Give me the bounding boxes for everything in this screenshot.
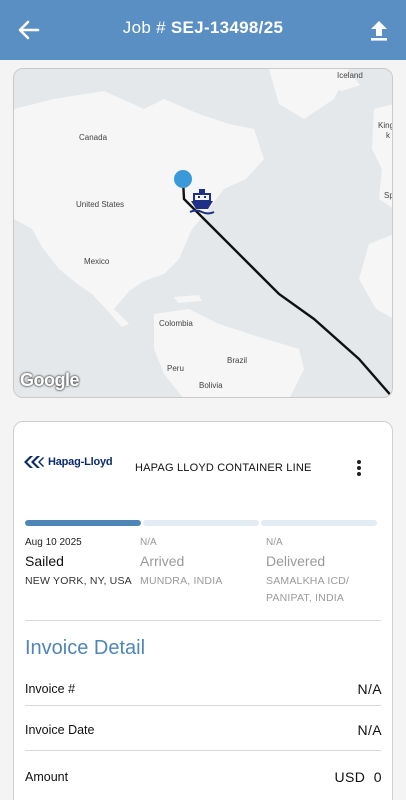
stage-sailed: Aug 10 2025 Sailed NEW YORK, NY, USA bbox=[25, 537, 143, 590]
invoice-value: N/A bbox=[357, 722, 382, 738]
divider bbox=[25, 750, 381, 751]
invoice-label: Invoice Date bbox=[25, 723, 95, 737]
invoice-label: Amount bbox=[25, 770, 69, 784]
invoice-row-number: Invoice # N/A bbox=[25, 678, 382, 702]
upload-icon[interactable] bbox=[366, 16, 392, 44]
app-bar: Job # SEJ-13498/25 bbox=[0, 0, 406, 60]
stage-status: Arrived bbox=[140, 553, 185, 569]
stage-date: N/A bbox=[140, 537, 157, 548]
stage-arrived: N/A Arrived MUNDRA, INDIA bbox=[140, 537, 258, 590]
stage-delivered: N/A Delivered SAMALKHA ICD/ PANIPAT, IND… bbox=[266, 537, 371, 607]
map-canvas bbox=[14, 69, 392, 397]
carrier-logo-text: Hapag-Lloyd bbox=[48, 456, 113, 468]
progress-segment bbox=[261, 520, 377, 526]
shipment-card: Hapag-Lloyd HAPAG LLOYD CONTAINER LINE A… bbox=[13, 421, 393, 800]
stage-status: Sailed bbox=[25, 553, 64, 569]
divider bbox=[25, 620, 381, 621]
map-label-spain: Sp bbox=[384, 191, 393, 200]
invoice-row-date: Invoice Date N/A bbox=[25, 719, 382, 743]
map-label-colombia: Colombia bbox=[159, 319, 193, 328]
carrier-name: HAPAG LLOYD CONTAINER LINE bbox=[135, 462, 312, 474]
progress-segment bbox=[143, 520, 259, 526]
invoice-row-amount: Amount USD 0 bbox=[25, 766, 382, 790]
title-prefix: Job # bbox=[122, 18, 166, 37]
carrier-logo: Hapag-Lloyd bbox=[24, 456, 113, 468]
google-attribution-logo: Google bbox=[20, 370, 80, 390]
map-label-kingdom2: k bbox=[386, 131, 390, 140]
shipment-progress-bar bbox=[25, 520, 377, 526]
stage-location: SAMALKHA ICD/ PANIPAT, INDIA bbox=[266, 575, 350, 604]
invoice-section-title: Invoice Detail bbox=[25, 637, 146, 659]
map-label-iceland: Iceland bbox=[337, 71, 363, 80]
stage-location: NEW YORK, NY, USA bbox=[25, 575, 132, 587]
invoice-value: N/A bbox=[357, 681, 382, 697]
stage-date: N/A bbox=[266, 537, 283, 548]
job-number: SEJ-13498/25 bbox=[170, 18, 284, 37]
map-label-kingdom: King bbox=[378, 121, 393, 130]
map-label-brazil: Brazil bbox=[227, 356, 248, 365]
progress-fill bbox=[25, 520, 141, 526]
more-options-icon[interactable] bbox=[356, 460, 362, 478]
progress-segment bbox=[25, 520, 141, 526]
stage-date: Aug 10 2025 bbox=[25, 537, 82, 548]
divider bbox=[25, 705, 381, 706]
shipment-map[interactable]: Iceland King k Canada United States Mexi… bbox=[13, 68, 393, 398]
map-label-united-states: United States bbox=[76, 200, 125, 209]
stage-location: MUNDRA, INDIA bbox=[140, 575, 223, 587]
invoice-label: Invoice # bbox=[25, 682, 76, 696]
invoice-value: USD 0 bbox=[334, 769, 382, 785]
map-label-canada: Canada bbox=[79, 133, 108, 142]
origin-marker-icon[interactable] bbox=[174, 170, 192, 188]
map-label-mexico: Mexico bbox=[84, 257, 110, 266]
map-label-peru: Peru bbox=[167, 364, 184, 373]
page-title: Job # SEJ-13498/25 bbox=[0, 18, 406, 38]
hapag-lloyd-logo-icon bbox=[24, 456, 44, 468]
map-label-bolivia: Bolivia bbox=[199, 381, 223, 390]
stage-status: Delivered bbox=[266, 553, 326, 569]
